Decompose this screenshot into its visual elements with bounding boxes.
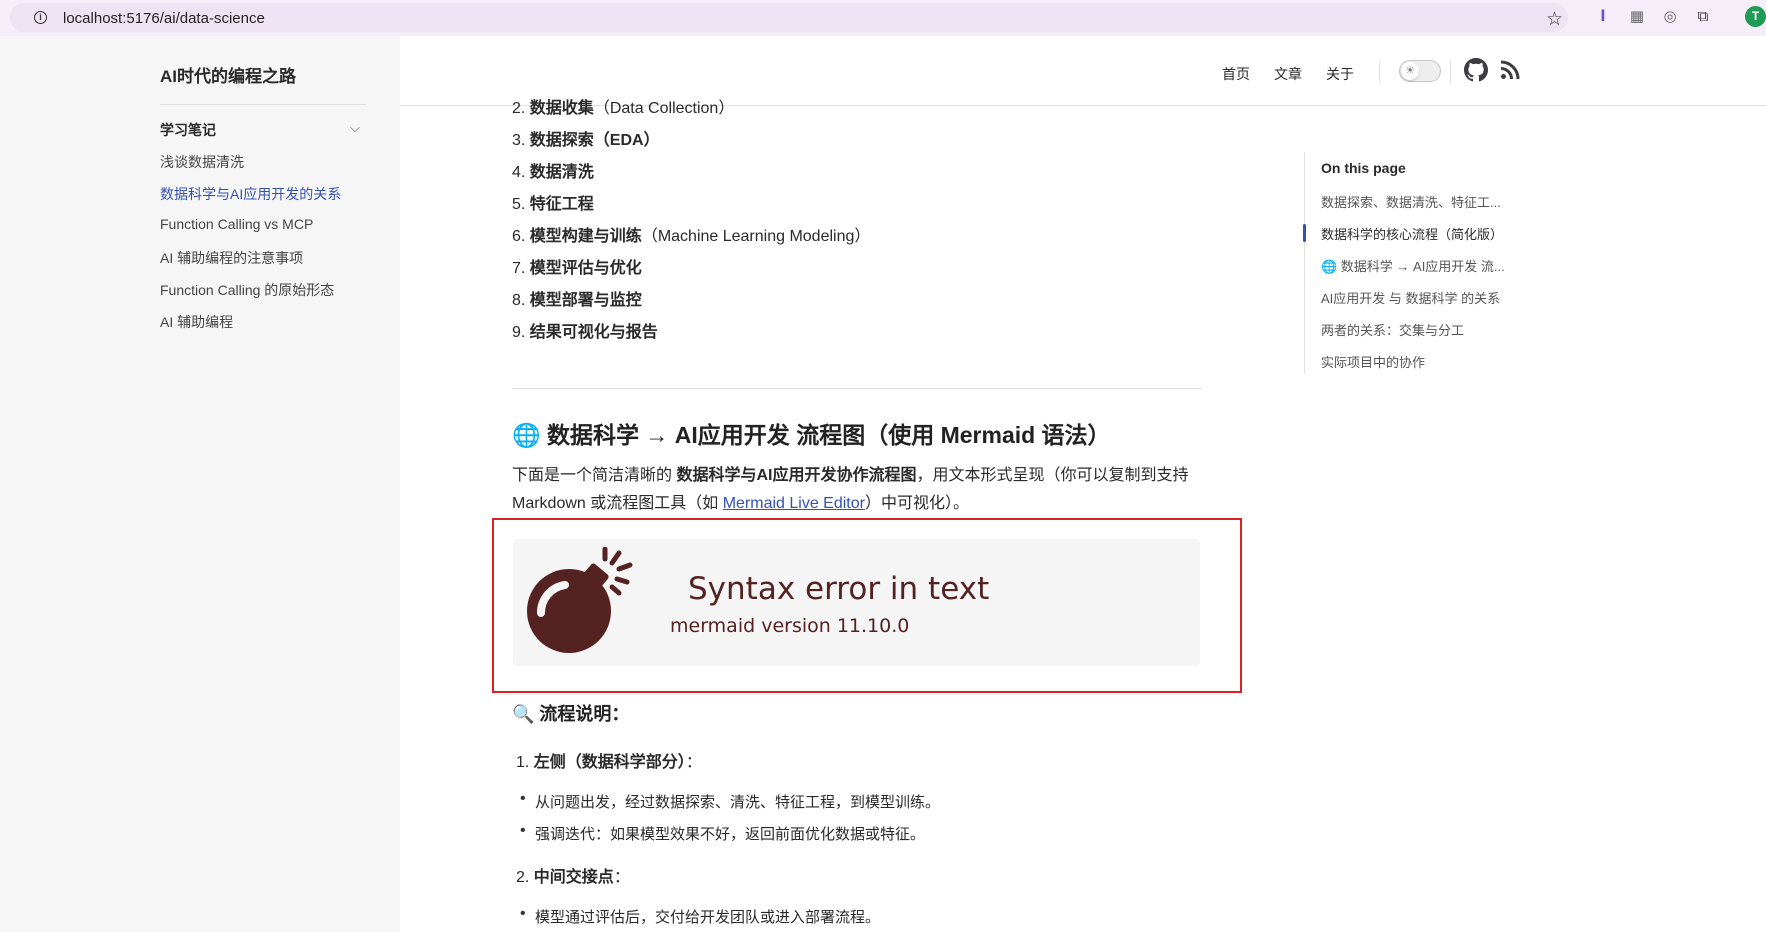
bookmark-star-icon[interactable]: ☆ [1546,8,1563,31]
site-info-icon[interactable]: i [34,11,47,24]
divider [1379,60,1380,84]
profile-avatar[interactable]: T [1745,6,1766,27]
sidebar: AI时代的编程之路 学习笔记 ⌵ 浅谈数据清洗 数据科学与AI应用开发的关系 F… [0,36,400,932]
divider [160,104,367,105]
bullet-item: 从问题出发，经过数据探索、清洗、特征工程，到模型训练。 [520,790,940,812]
site-title[interactable]: AI时代的编程之路 [160,62,296,87]
toc-item[interactable]: 🌐 数据科学 → AI应用开发 流... [1321,256,1505,275]
sun-icon: ☀ [1401,62,1419,80]
error-version: mermaid version 11.10.0 [670,615,910,637]
url-text[interactable]: localhost:5176/ai/data-science [63,10,265,27]
address-bar[interactable]: i localhost:5176/ai/data-science ☆ [10,3,1568,32]
list-item: 8. 模型部署与监控 [512,292,642,309]
theme-toggle[interactable]: ☀ [1399,60,1441,82]
toc-item[interactable]: 数据探索、数据清洗、特征工... [1321,192,1501,211]
list-item: 2. 数据收集（Data Collection） [512,100,735,117]
divider [1450,60,1451,84]
extensions-puzzle-icon[interactable]: ⧉ [1693,7,1713,27]
list-item: 9. 结果可视化与报告 [512,324,658,341]
sidebar-item[interactable]: Function Calling 的原始形态 [160,280,341,312]
sidebar-section-title[interactable]: 学习笔记 [160,120,216,140]
bullet-item: 模型通过评估后，交付给开发团队或进入部署流程。 [520,905,880,927]
list-item: 6. 模型构建与训练（Machine Learning Modeling） [512,228,871,245]
bullet-item: 强调迭代：如果模型效果不好，返回前面优化数据或特征。 [520,822,925,844]
sidebar-item[interactable]: 浅谈数据清洗 [160,152,341,184]
sidebar-item[interactable]: AI 辅助编程 [160,312,341,344]
divider [512,388,1202,389]
toc-item[interactable]: AI应用开发 与 数据科学 的关系 [1321,288,1500,307]
toc-title: On this page [1321,160,1406,176]
rss-icon[interactable] [1500,60,1520,80]
toc-track [1304,152,1305,374]
flow-heading: 🔍 流程说明： [512,704,630,724]
bomb-icon [527,547,633,653]
nav-link-about[interactable]: 关于 [1326,64,1354,84]
list-item: 3. 数据探索（EDA） [512,132,660,149]
toc-item-active[interactable]: 数据科学的核心流程（简化版） [1321,224,1503,243]
list-item: 2. 中间交接点： [516,869,630,886]
list-item: 7. 模型评估与优化 [512,260,642,277]
intro-paragraph: 下面是一个简洁清晰的 数据科学与AI应用开发协作流程图，用文本形式呈现（你可以复… [512,467,1189,512]
error-title: Syntax error in text [688,571,990,607]
nav-link-articles[interactable]: 文章 [1274,64,1302,84]
extension-icon[interactable]: ⅼ [1593,7,1613,27]
nav-link-home[interactable]: 首页 [1222,64,1250,84]
chevron-down-icon[interactable]: ⌵ [350,120,360,136]
extension-icon[interactable]: ▦ [1627,7,1647,27]
toc-item[interactable]: 两者的关系：交集与分工 [1321,320,1464,339]
github-icon[interactable] [1464,58,1488,82]
toc-active-indicator [1303,224,1306,242]
section-heading: 🌐 数据科学 → AI应用开发 流程图（使用 Mermaid 语法） [512,422,1111,448]
extension-icon[interactable]: ◎ [1660,7,1680,27]
sidebar-item-active[interactable]: 数据科学与AI应用开发的关系 [160,184,341,216]
toc-item[interactable]: 实际项目中的协作 [1321,352,1425,371]
sidebar-item[interactable]: Function Calling vs MCP [160,216,341,248]
table-of-contents: On this page 数据探索、数据清洗、特征工... 数据科学的核心流程（… [1303,152,1534,374]
list-item: 5. 特征工程 [512,196,594,213]
sidebar-nav-list: 浅谈数据清洗 数据科学与AI应用开发的关系 Function Calling v… [160,152,341,344]
mermaid-live-editor-link[interactable]: Mermaid Live Editor [723,495,865,512]
browser-toolbar: i localhost:5176/ai/data-science ☆ ⅼ ▦ ◎… [0,0,1766,36]
sidebar-item[interactable]: AI 辅助编程的注意事项 [160,248,341,280]
mermaid-error-block: Syntax error in text mermaid version 11.… [513,539,1200,666]
list-item: 4. 数据清洗 [512,164,594,181]
list-item: 1. 左侧（数据科学部分）： [516,754,702,771]
